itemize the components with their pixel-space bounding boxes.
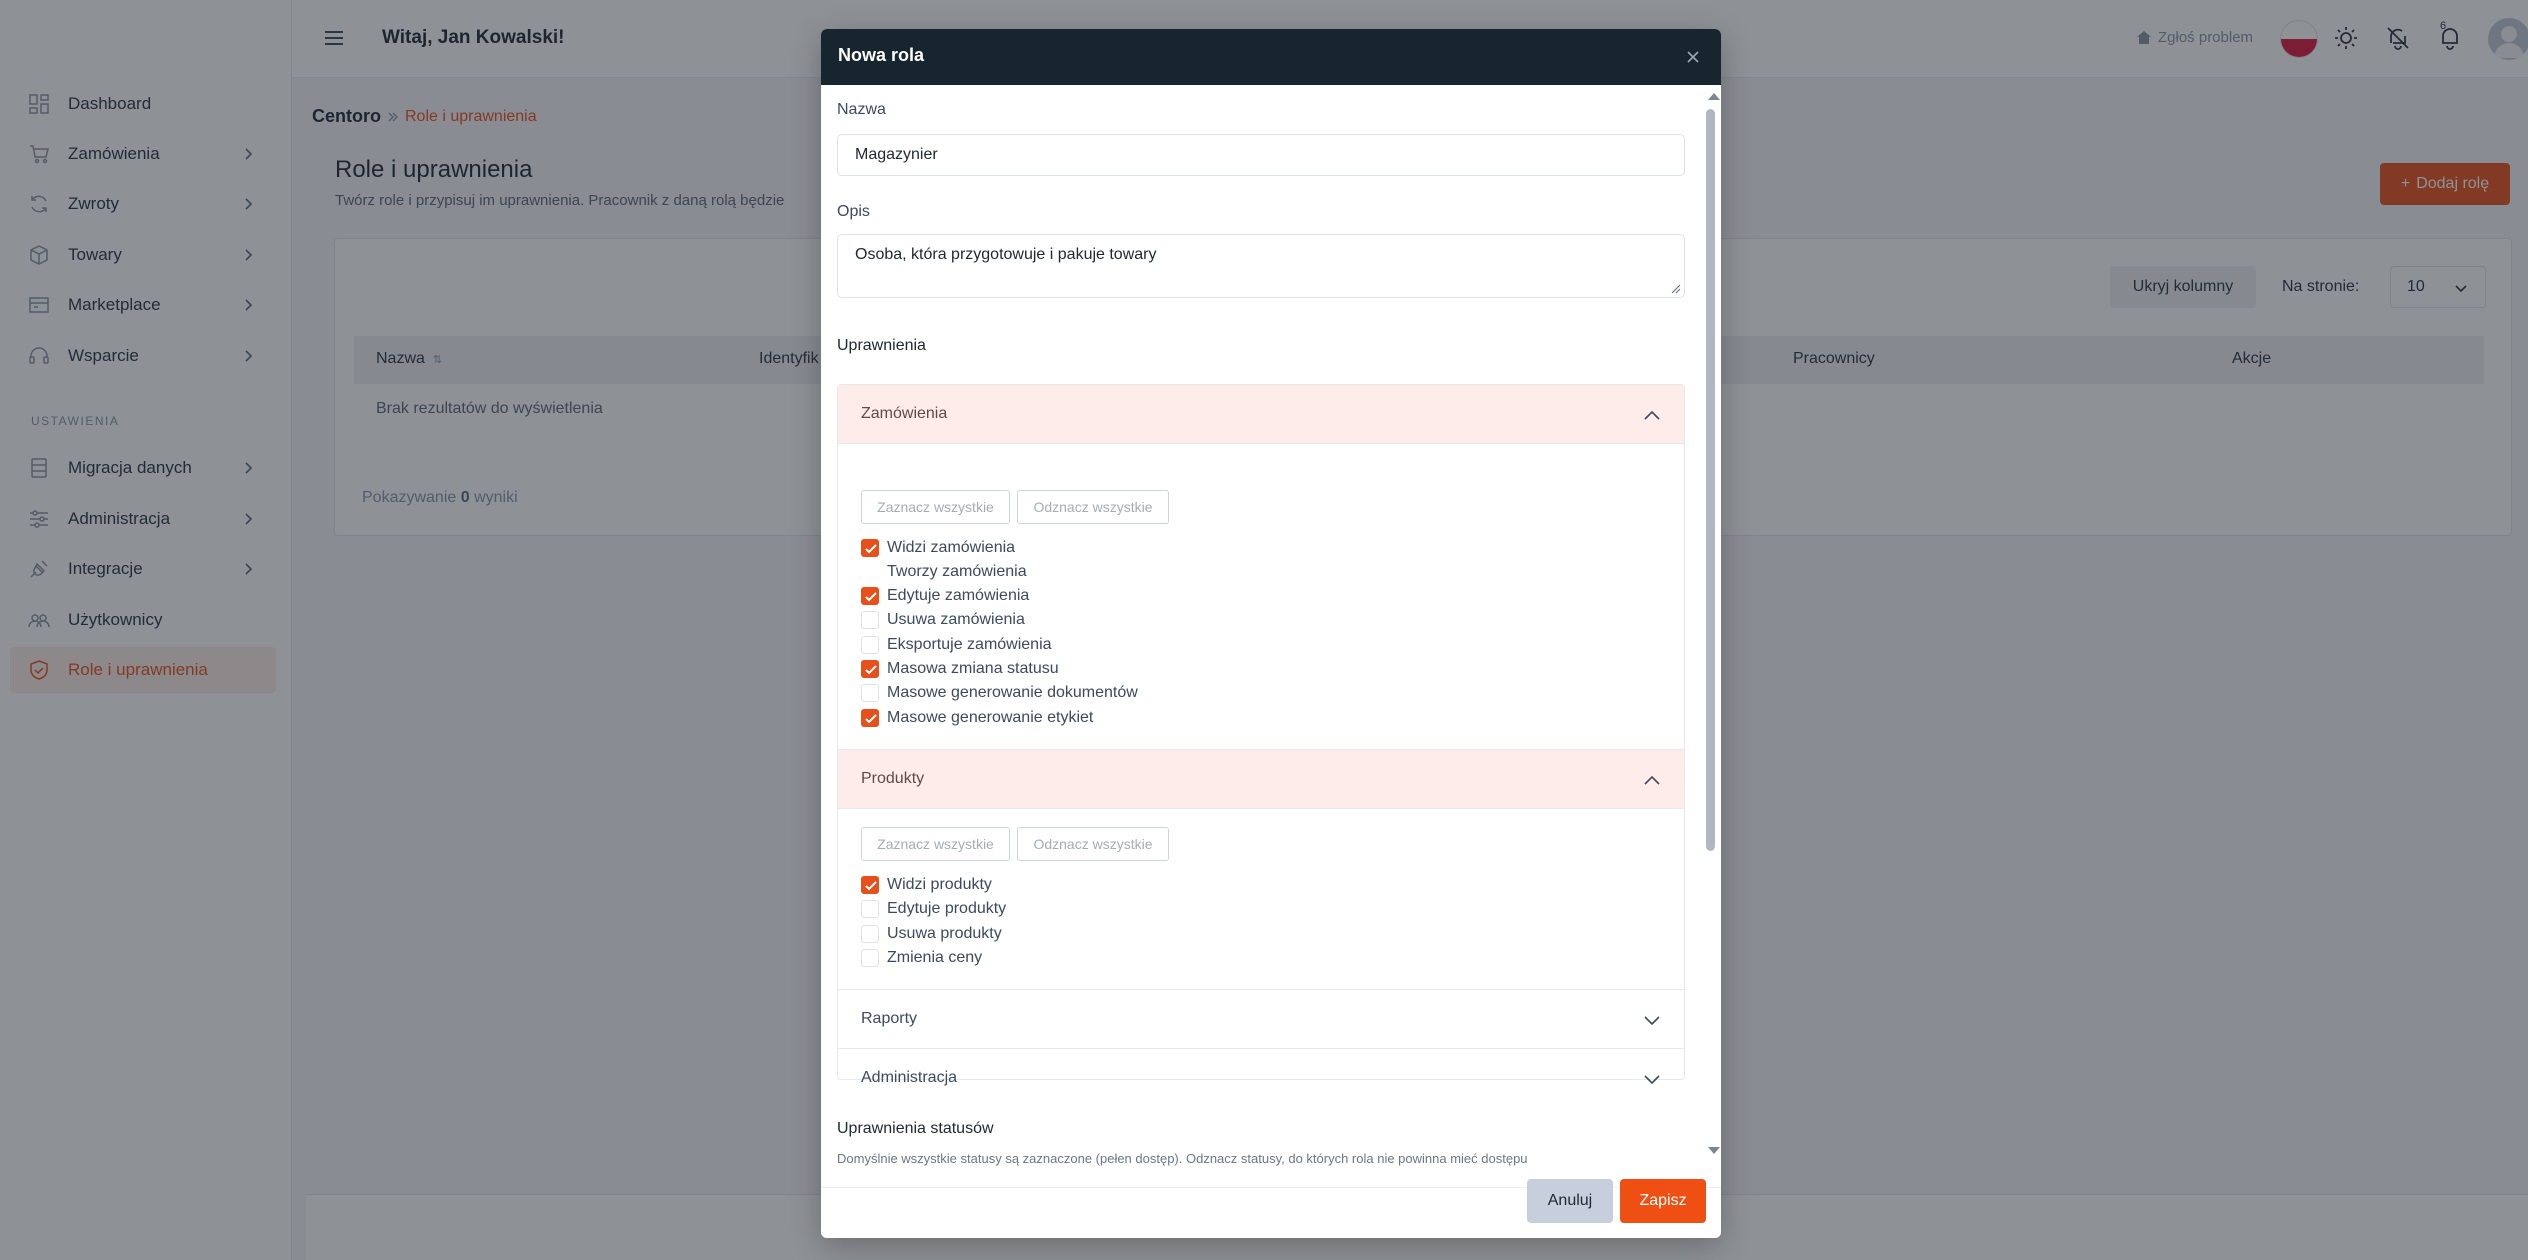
checkbox[interactable] bbox=[861, 876, 879, 894]
select-all-button[interactable]: Zaznacz wszystkie bbox=[861, 490, 1010, 524]
permission-label: Edytuje produkty bbox=[887, 900, 1007, 917]
accordion-orders[interactable]: Zamówienia bbox=[838, 385, 1684, 443]
select-all-button[interactable]: Zaznacz wszystkie bbox=[861, 827, 1010, 861]
check-icon bbox=[865, 544, 877, 554]
checkbox[interactable] bbox=[861, 539, 879, 557]
permission-checkbox[interactable]: Zmienia ceny bbox=[861, 948, 982, 968]
name-label: Nazwa bbox=[837, 101, 886, 118]
permission-checkbox[interactable]: Eksportuje zamówienia bbox=[861, 635, 1052, 655]
description-label: Opis bbox=[837, 203, 870, 220]
save-button[interactable]: Zapisz bbox=[1620, 1179, 1706, 1223]
checkbox[interactable] bbox=[861, 660, 879, 678]
accordion-title: Zamówienia bbox=[861, 405, 948, 422]
permission-checkbox[interactable]: Usuwa zamówienia bbox=[861, 610, 1025, 630]
modal-body: Nazwa Magazynier Opis Osoba, która przyg… bbox=[821, 85, 1721, 1187]
chevron-up-icon bbox=[1644, 775, 1660, 785]
scroll-up-icon[interactable] bbox=[1708, 93, 1720, 100]
checkbox[interactable] bbox=[861, 684, 879, 702]
checkbox[interactable] bbox=[861, 636, 879, 654]
deselect-all-button[interactable]: Odznacz wszystkie bbox=[1017, 490, 1169, 524]
modal-title: Nowa rola bbox=[838, 45, 925, 65]
permission-checkbox[interactable]: Masowe generowanie dokumentów bbox=[861, 683, 1138, 703]
chevron-down-icon bbox=[1644, 1016, 1660, 1026]
check-icon bbox=[865, 665, 877, 675]
scrollbar-thumb[interactable] bbox=[1706, 109, 1715, 851]
check-icon bbox=[865, 881, 877, 891]
permission-label: Usuwa produkty bbox=[887, 925, 1002, 942]
checkbox[interactable] bbox=[861, 900, 879, 918]
permission-checkbox[interactable]: Usuwa produkty bbox=[861, 924, 1002, 944]
permission-label: Masowa zmiana statusu bbox=[887, 660, 1059, 677]
permission-checkbox[interactable]: Masowa zmiana statusu bbox=[861, 659, 1059, 679]
permission-label: Usuwa zamówienia bbox=[887, 611, 1025, 628]
permission-checkbox[interactable]: Widzi zamówienia bbox=[861, 538, 1015, 558]
check-icon bbox=[865, 714, 877, 724]
chevron-down-icon bbox=[1644, 1075, 1660, 1085]
accordion-administration[interactable]: Administracja bbox=[838, 1049, 1684, 1107]
cancel-button[interactable]: Anuluj bbox=[1527, 1179, 1613, 1223]
permission-label: Widzi zamówienia bbox=[887, 539, 1016, 556]
scroll-down-icon[interactable] bbox=[1708, 1147, 1720, 1154]
checkbox[interactable] bbox=[861, 563, 879, 581]
status-permissions-description: Domyślnie wszystkie statusy są zaznaczon… bbox=[837, 1151, 1528, 1166]
check-icon bbox=[865, 592, 877, 602]
permission-label: Eksportuje zamówienia bbox=[887, 636, 1052, 653]
permissions-accordion bbox=[837, 384, 1685, 1080]
role-name-input[interactable]: Magazynier bbox=[837, 134, 1685, 176]
divider bbox=[838, 443, 1684, 444]
new-role-modal: Nowa rola Nazwa Magazynier Opis Osoba, k… bbox=[821, 29, 1721, 1238]
accordion-reports[interactable]: Raporty bbox=[838, 990, 1684, 1048]
permission-checkbox[interactable]: Tworzy zamówienia bbox=[861, 562, 1027, 582]
chevron-up-icon bbox=[1644, 410, 1660, 420]
permission-checkbox[interactable]: Edytuje produkty bbox=[861, 899, 1006, 919]
checkbox[interactable] bbox=[861, 611, 879, 629]
permission-checkbox[interactable]: Widzi produkty bbox=[861, 875, 992, 895]
deselect-all-button[interactable]: Odznacz wszystkie bbox=[1017, 827, 1169, 861]
accordion-title: Administracja bbox=[861, 1069, 958, 1086]
accordion-title: Raporty bbox=[861, 1010, 918, 1027]
resize-handle-icon[interactable] bbox=[1671, 284, 1681, 294]
accordion-title: Produkty bbox=[861, 770, 925, 787]
checkbox[interactable] bbox=[861, 587, 879, 605]
permission-label: Edytuje zamówienia bbox=[887, 587, 1030, 604]
permission-checkbox[interactable]: Edytuje zamówienia bbox=[861, 586, 1029, 606]
description-value: Osoba, która przygotowuje i pakuje towar… bbox=[855, 246, 1157, 263]
modal-header: Nowa rola bbox=[821, 29, 1721, 85]
permission-label: Masowe generowanie dokumentów bbox=[887, 684, 1138, 701]
checkbox[interactable] bbox=[861, 949, 879, 967]
permission-label: Widzi produkty bbox=[887, 876, 992, 893]
close-icon[interactable] bbox=[1685, 49, 1701, 65]
status-permissions-title: Uprawnienia statusów bbox=[837, 1120, 994, 1137]
permission-checkbox[interactable]: Masowe generowanie etykiet bbox=[861, 708, 1093, 728]
checkbox[interactable] bbox=[861, 709, 879, 727]
permission-label: Zmienia ceny bbox=[887, 949, 983, 966]
role-description-textarea[interactable]: Osoba, która przygotowuje i pakuje towar… bbox=[837, 234, 1685, 298]
accordion-products[interactable]: Produkty bbox=[838, 750, 1684, 808]
checkbox[interactable] bbox=[861, 925, 879, 943]
permission-label: Masowe generowanie etykiet bbox=[887, 709, 1094, 726]
permissions-title: Uprawnienia bbox=[837, 337, 926, 354]
divider bbox=[838, 808, 1684, 809]
permission-label: Tworzy zamówienia bbox=[887, 563, 1027, 580]
